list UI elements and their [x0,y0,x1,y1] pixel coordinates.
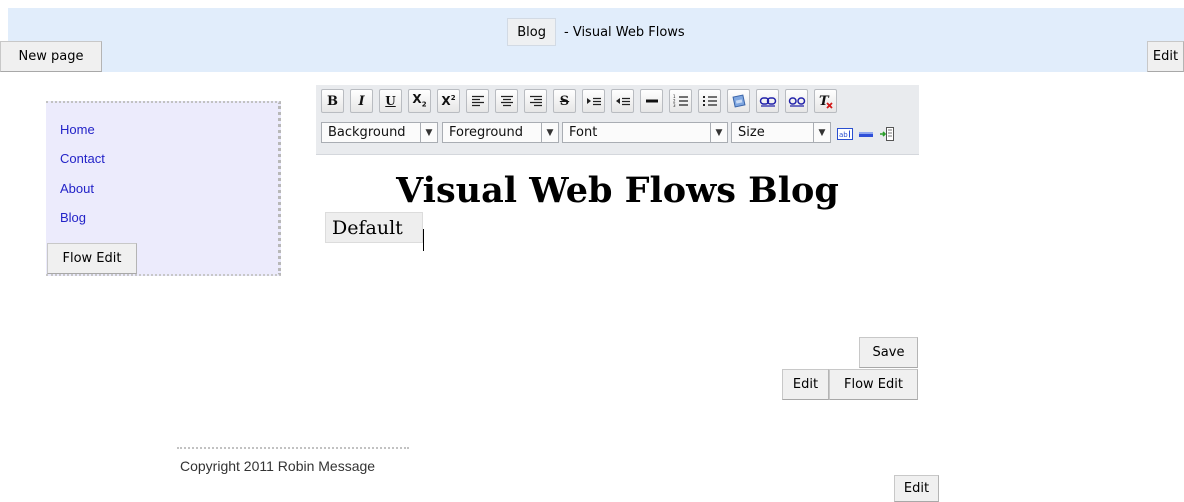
ordered-list-icon[interactable]: 123 [669,89,692,113]
align-left-icon[interactable] [466,89,489,113]
horizontal-rule-icon[interactable] [640,89,663,113]
content-flow-edit-button[interactable]: Flow Edit [829,369,918,400]
image-icon[interactable] [727,89,750,113]
page-title-button[interactable]: Blog [507,18,557,46]
sidebar: Home Contact About Blog Flow Edit [46,101,281,276]
link-icon[interactable] [756,89,779,113]
text-field-icon[interactable]: ab [836,125,853,142]
highlight-icon[interactable] [857,125,874,142]
chevron-down-icon: ▼ [710,123,727,142]
format-block-label[interactable]: Default [325,212,423,243]
page-heading: Visual Web Flows Blog [396,170,839,211]
sidebar-item-contact[interactable]: Contact [60,151,105,166]
font-select-label: Font [569,125,598,140]
chevron-down-icon: ▼ [541,123,558,142]
text-caret [423,229,424,251]
footer-divider [177,447,409,449]
sidebar-item-home[interactable]: Home [60,122,95,137]
bold-icon[interactable]: B [321,89,344,113]
superscript-icon[interactable]: X2 [437,89,460,113]
page-title-suffix: - Visual Web Flows [564,24,685,40]
unordered-list-icon[interactable] [698,89,721,113]
footer-edit-button[interactable]: Edit [894,475,939,502]
remove-format-icon[interactable]: T [814,89,837,113]
background-color-label: Background [328,125,406,140]
svg-text:ab: ab [839,131,848,139]
copyright-text: Copyright 2011 Robin Message [180,458,376,474]
align-right-icon[interactable] [524,89,547,113]
italic-icon[interactable]: I [350,89,373,113]
editor-toolbar: B I U X2 X2 S 123 T Background ▼ Foregro… [316,85,919,155]
background-color-select[interactable]: Background ▼ [321,122,438,143]
chevron-down-icon: ▼ [813,123,830,142]
align-center-icon[interactable] [495,89,518,113]
underline-icon[interactable]: U [379,89,402,113]
unlink-icon[interactable] [785,89,808,113]
header-bar: Blog - Visual Web Flows [8,8,1184,72]
sidebar-item-about[interactable]: About [60,181,94,196]
outdent-icon[interactable] [611,89,634,113]
header-edit-button[interactable]: Edit [1147,41,1184,72]
new-page-button[interactable]: New page [0,41,102,72]
save-button[interactable]: Save [859,337,918,368]
strikethrough-icon[interactable]: S [553,89,576,113]
foreground-color-label: Foreground [449,125,524,140]
svg-text:3: 3 [673,103,676,108]
size-select[interactable]: Size ▼ [731,122,831,143]
content-edit-button[interactable]: Edit [782,369,829,400]
size-select-label: Size [738,125,765,140]
foreground-color-select[interactable]: Foreground ▼ [442,122,559,143]
indent-icon[interactable] [582,89,605,113]
sidebar-item-blog[interactable]: Blog [60,210,86,225]
html-icon[interactable] [878,125,895,142]
title-row: Blog - Visual Web Flows [8,18,1184,46]
sidebar-flow-edit-button[interactable]: Flow Edit [47,243,137,274]
subscript-icon[interactable]: X2 [408,89,431,113]
chevron-down-icon: ▼ [420,123,437,142]
font-select[interactable]: Font ▼ [562,122,728,143]
